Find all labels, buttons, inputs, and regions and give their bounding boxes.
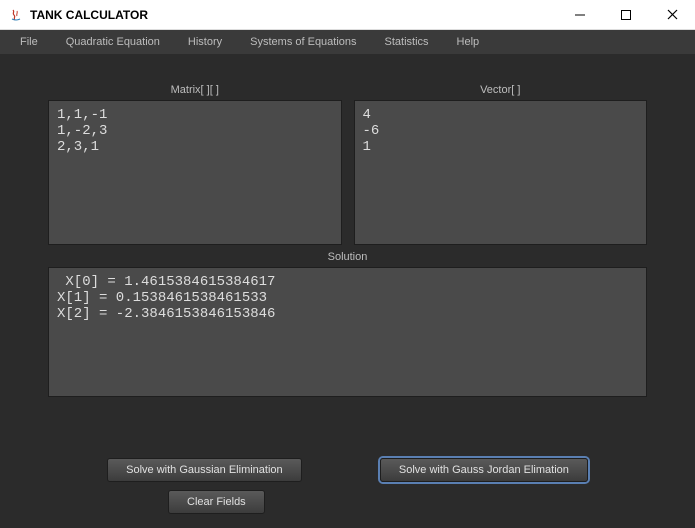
menu-help[interactable]: Help: [443, 30, 494, 54]
vector-label: Vector[ ]: [354, 84, 648, 96]
menu-file[interactable]: File: [6, 30, 52, 54]
solution-label: Solution: [48, 251, 647, 263]
menubar: File Quadratic Equation History Systems …: [0, 30, 695, 54]
clear-fields-button[interactable]: Clear Fields: [168, 490, 265, 514]
window-controls: [557, 0, 695, 29]
matrix-label: Matrix[ ][ ]: [48, 84, 342, 96]
vector-input[interactable]: [354, 100, 648, 245]
matrix-input[interactable]: [48, 100, 342, 245]
close-button[interactable]: [649, 0, 695, 29]
java-icon: [8, 7, 24, 23]
button-row-1: Solve with Gaussian Elimination Solve wi…: [48, 458, 647, 482]
menu-statistics[interactable]: Statistics: [371, 30, 443, 54]
solution-panel: Solution: [48, 251, 647, 444]
menu-systems[interactable]: Systems of Equations: [236, 30, 370, 54]
content-area: Matrix[ ][ ] Vector[ ] Solution Solve wi…: [0, 54, 695, 528]
menu-quadratic[interactable]: Quadratic Equation: [52, 30, 174, 54]
window-title: TANK CALCULATOR: [30, 8, 148, 22]
solve-gaussian-button[interactable]: Solve with Gaussian Elimination: [107, 458, 302, 482]
maximize-button[interactable]: [603, 0, 649, 29]
titlebar: TANK CALCULATOR: [0, 0, 695, 30]
solve-gauss-jordan-button[interactable]: Solve with Gauss Jordan Elimation: [380, 458, 588, 482]
matrix-panel: Matrix[ ][ ]: [48, 84, 342, 245]
vector-panel: Vector[ ]: [354, 84, 648, 245]
minimize-button[interactable]: [557, 0, 603, 29]
solution-output[interactable]: [48, 267, 647, 397]
input-row: Matrix[ ][ ] Vector[ ]: [48, 84, 647, 245]
menu-history[interactable]: History: [174, 30, 236, 54]
button-row-2: Clear Fields: [48, 490, 647, 514]
